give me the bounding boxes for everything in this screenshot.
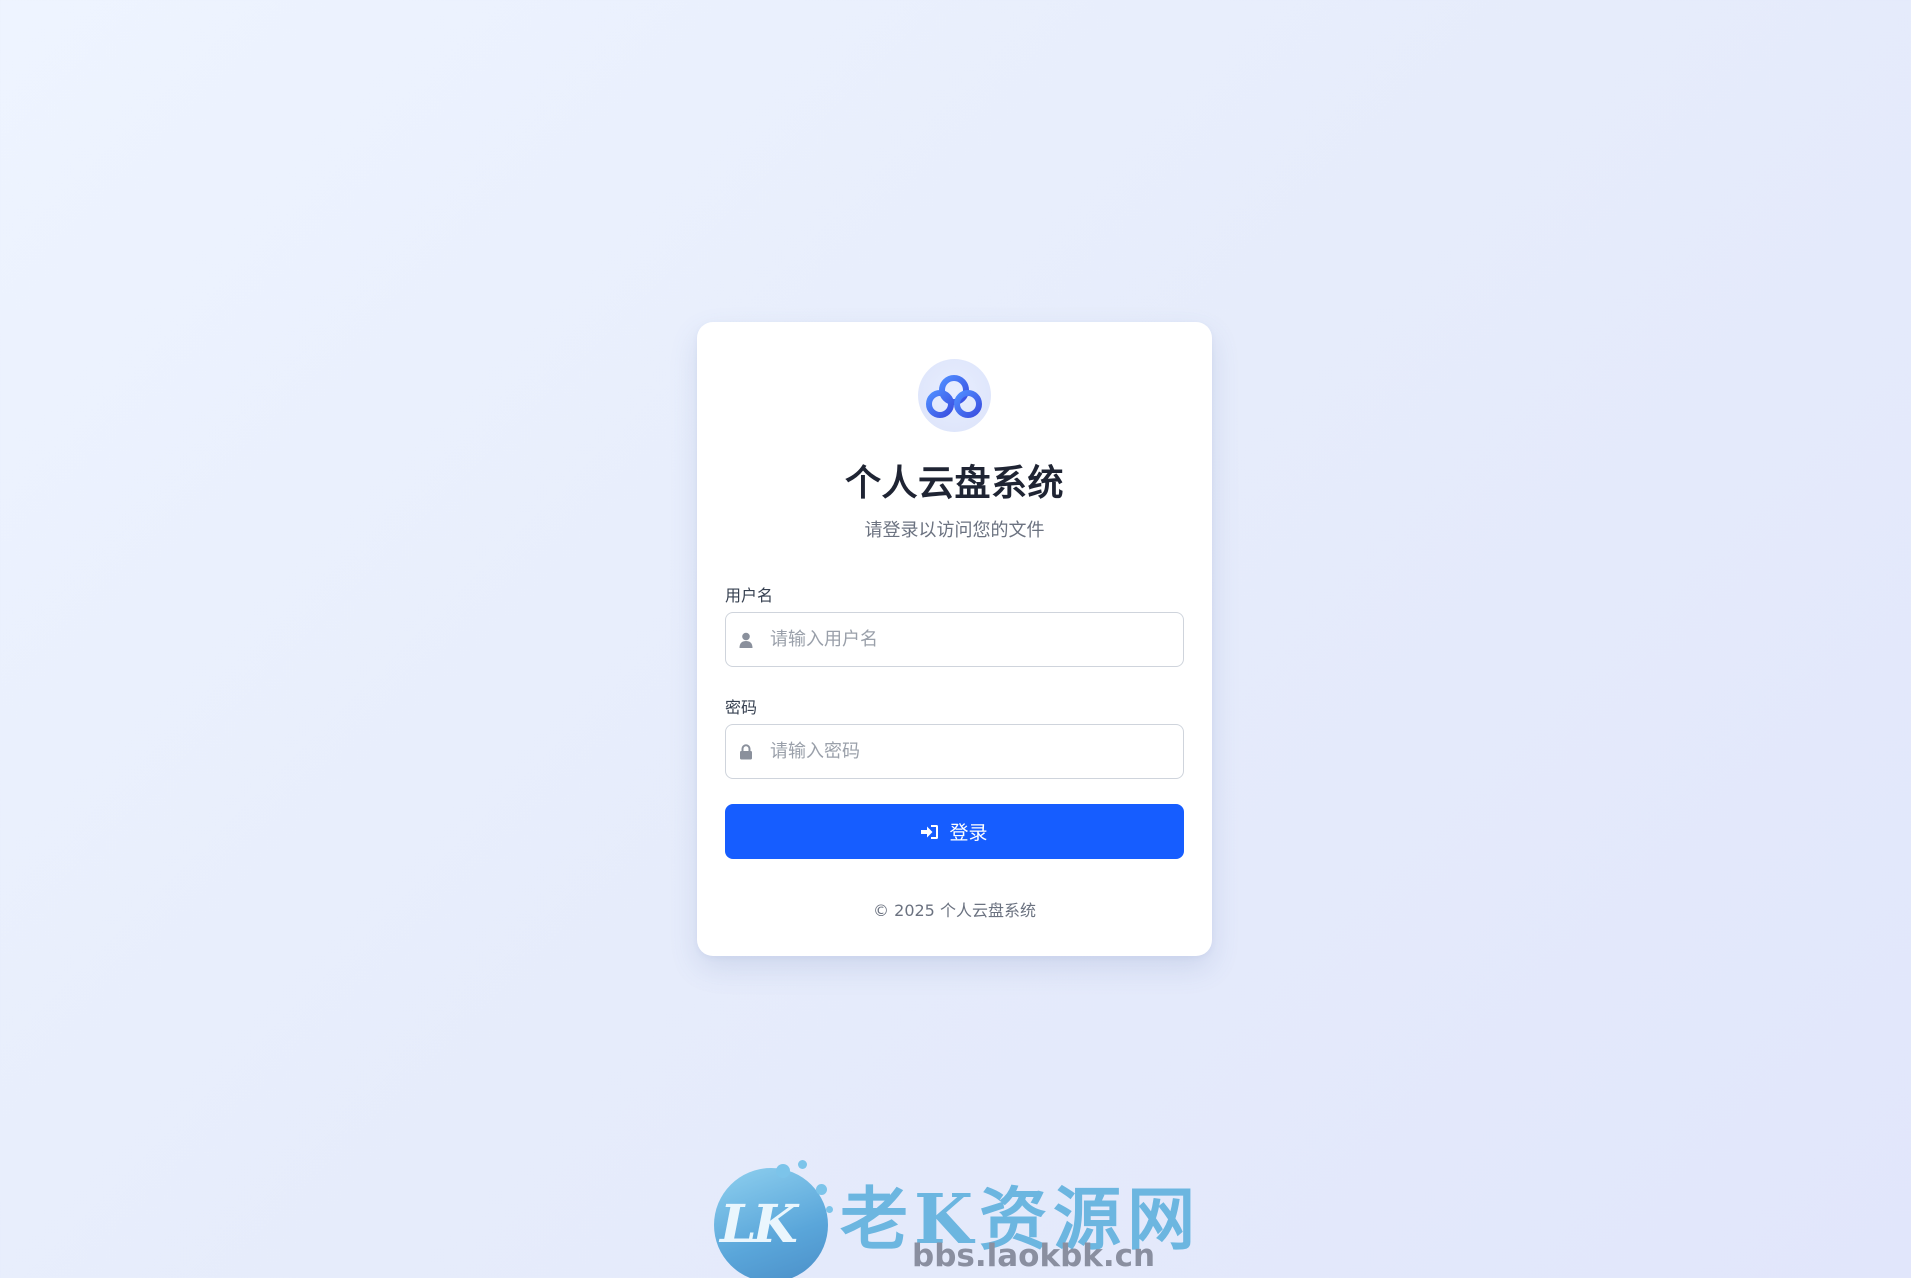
page-subtitle: 请登录以访问您的文件 bbox=[864, 520, 1045, 541]
password-label: 密码 bbox=[725, 698, 758, 717]
login-card: 个人云盘系统 请登录以访问您的文件 用户名 密码 登录 © bbox=[697, 322, 1212, 956]
username-input[interactable] bbox=[770, 613, 1170, 666]
password-input[interactable] bbox=[770, 725, 1170, 778]
watermark-splash bbox=[798, 1160, 807, 1169]
watermark-url: bbs.laokbk.cn bbox=[912, 1238, 1156, 1274]
login-button-label: 登录 bbox=[949, 822, 988, 844]
logo bbox=[918, 359, 991, 432]
page-title: 个人云盘系统 bbox=[844, 463, 1064, 504]
username-field bbox=[725, 612, 1184, 667]
sign-in-icon bbox=[921, 824, 939, 840]
watermark-splash bbox=[816, 1184, 827, 1195]
cloud-icon bbox=[925, 374, 982, 418]
password-field bbox=[725, 724, 1184, 779]
login-button[interactable]: 登录 bbox=[725, 804, 1184, 859]
watermark-splash bbox=[776, 1164, 790, 1178]
username-label: 用户名 bbox=[725, 586, 774, 605]
watermark-logo-letters: LK bbox=[720, 1194, 798, 1255]
lock-icon bbox=[738, 743, 754, 761]
watermark-splash bbox=[826, 1206, 833, 1213]
user-icon bbox=[738, 631, 754, 649]
footer-copyright: © 2025 个人云盘系统 bbox=[873, 901, 1036, 920]
watermark: LK 老K资源网 bbs.laokbk.cn bbox=[714, 1158, 1204, 1278]
